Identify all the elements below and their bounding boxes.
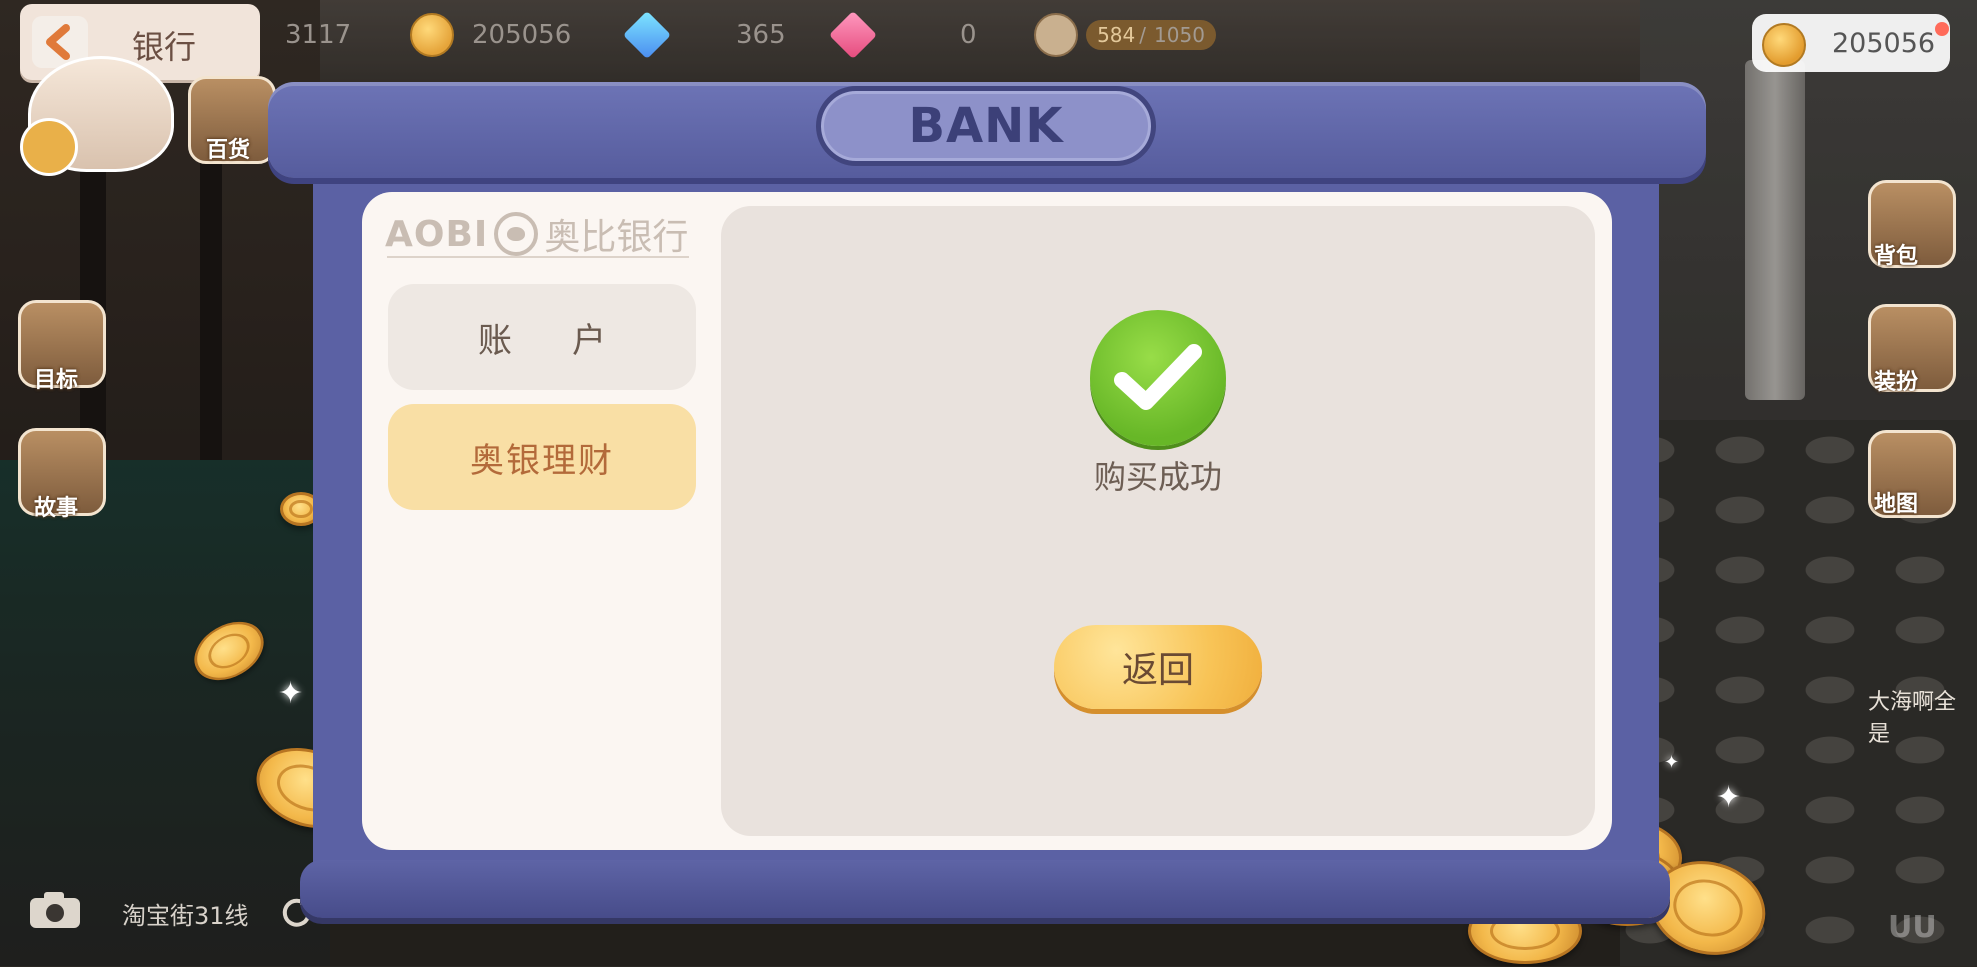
side-menu-label-backpack: 背包 (1874, 244, 1919, 269)
bank-title: BANK (908, 98, 1064, 154)
gold-display[interactable]: 205056 (1752, 14, 1950, 72)
result-content-area (721, 206, 1595, 836)
notification-dot (1935, 22, 1949, 36)
sparkle-icon: ✦ (1664, 752, 1680, 773)
energy-bar: 584 / 1050 (1086, 20, 1216, 50)
tab-account[interactable]: 账户 (388, 284, 696, 390)
side-menu-label-dress: 装扮 (1874, 370, 1919, 395)
hud-energy: 584 / 1050 (1034, 8, 1216, 62)
tab-finance[interactable]: 奥银理财 (388, 404, 696, 510)
hud-coins: 205056 (410, 8, 571, 62)
coin-icon (410, 13, 454, 57)
gold-value: 205056 (1832, 28, 1936, 59)
energy-max: 1050 (1154, 23, 1205, 47)
hud-diamonds-value: 365 (736, 20, 786, 50)
side-menu-label-goal: 目标 (34, 368, 79, 393)
side-menu-label-story: 故事 (34, 496, 79, 521)
side-menu-label-store: 百货 (206, 138, 251, 163)
hud-stat-value: 3117 (285, 20, 352, 50)
hud-pink-gems-value: 0 (960, 20, 977, 50)
pink-gem-icon (828, 10, 878, 60)
return-button-label: 返回 (1121, 650, 1194, 691)
gold-coin-icon (1762, 23, 1806, 67)
bank-logo-en: AOBI (385, 213, 489, 255)
bank-logo: AOBI 奥比银行 (385, 210, 688, 258)
return-button[interactable]: 返回 (1054, 625, 1262, 709)
bank-logo-cn: 奥比银行 (544, 217, 689, 258)
server-line-label: 淘宝街31线 (122, 902, 249, 930)
hud-diamonds: 365 (622, 8, 786, 62)
hud-pink-gems: 0 (828, 8, 977, 62)
page-title: 银行 (132, 28, 197, 66)
bank-dialog-footer (300, 860, 1670, 918)
success-check-icon (1090, 310, 1226, 446)
bear-logo-icon (494, 212, 539, 256)
watermark-logo: UU (1888, 910, 1937, 945)
player-name-label: 大海啊全是 (1868, 690, 1957, 747)
success-message: 购买成功 (1093, 458, 1222, 496)
home-icon[interactable] (20, 118, 78, 176)
sparkle-icon: ✦ (1716, 780, 1742, 815)
tab-finance-label: 奥银理财 (470, 440, 614, 481)
sparkle-icon: ✦ (278, 676, 304, 711)
bear-face-icon (1034, 13, 1078, 57)
hud-coins-value: 205056 (472, 20, 572, 50)
energy-current: 584 (1097, 23, 1136, 47)
tab-account-label: 账户 (478, 320, 666, 361)
bank-title-plaque: BANK (816, 86, 1156, 166)
camera-icon[interactable] (28, 890, 82, 930)
logo-divider (387, 256, 689, 258)
side-menu-label-map: 地图 (1874, 492, 1919, 517)
diamond-icon (622, 10, 672, 60)
hud-stat: 3117 (285, 8, 351, 62)
